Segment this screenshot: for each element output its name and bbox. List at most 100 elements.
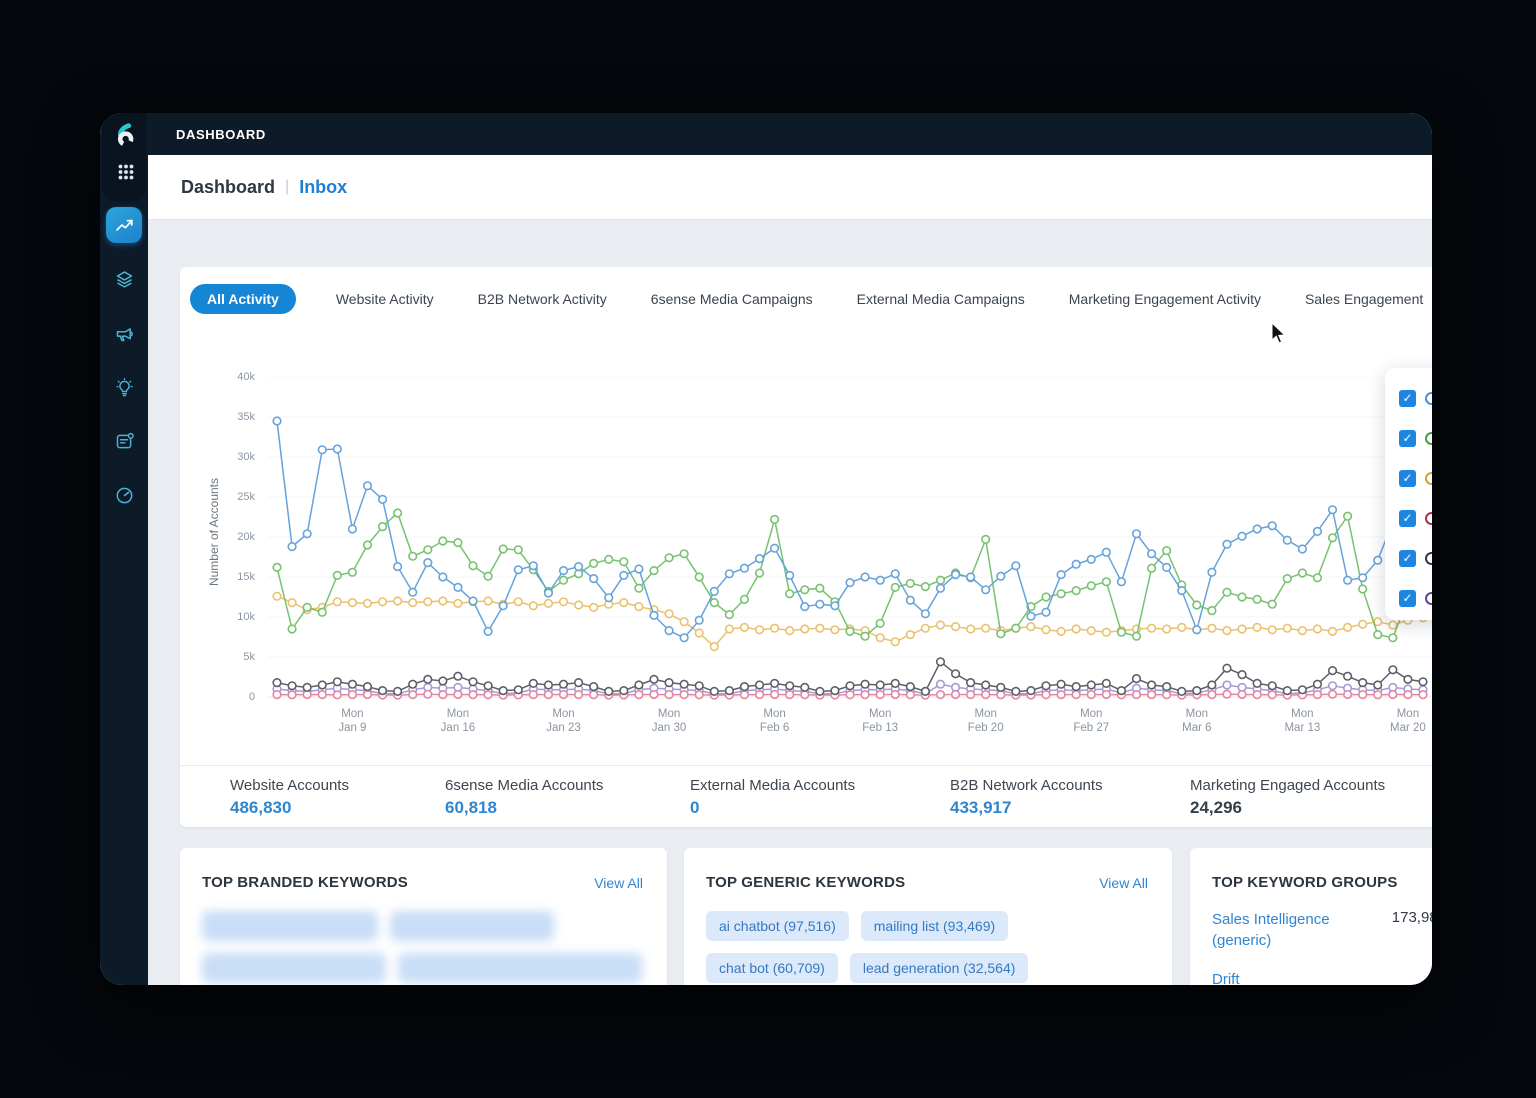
data-point-marketing-engagement [816,688,824,696]
data-point-6sense-media [982,624,990,632]
data-point-marketing-engagement [680,680,688,688]
data-point-6sense-media [560,598,568,606]
data-point-marketing-engagement [318,681,326,689]
data-point-website-activity [454,584,462,592]
sidebar-item-dashboards[interactable] [106,207,142,243]
sidebar-item-campaigns[interactable] [106,315,142,351]
sidebar-item-reports[interactable] [106,423,142,459]
data-point-6sense-media [922,624,930,632]
x-tick-jan-23: MonJan 23 [546,708,581,734]
data-point-marketing-engagement [394,688,402,696]
y-tick-30k: 30k [208,451,255,463]
keyword-group-link-sales-intelligence-generic[interactable]: Sales Intelligence (generic) [1212,909,1372,951]
redacted-keyword-chip[interactable] [202,953,386,983]
report-icon [114,431,135,452]
data-point-b2b-network-activity [771,516,779,524]
data-point-6sense-media [1103,628,1111,636]
data-point-6sense-media [590,604,598,612]
keyword-chip-lead-generation[interactable]: lead generation (32,564) [850,953,1029,983]
tab-6sense-media-campaigns[interactable]: 6sense Media Campaigns [647,284,817,314]
data-point-website-activity [364,482,372,490]
data-point-marketing-engagement [499,687,507,695]
data-point-external-media [1253,691,1261,699]
data-point-b2b-network-activity [620,558,628,566]
data-point-b2b-network-activity [1314,574,1322,582]
data-point-marketing-engagement [1283,687,1291,695]
data-point-b2b-network-activity [409,552,417,560]
redacted-keyword-chip[interactable] [202,911,378,941]
keyword-chip-chat-bot[interactable]: chat bot (60,709) [706,953,838,983]
sidebar-item-performance[interactable] [106,477,142,513]
legend-checkbox[interactable]: ✓ [1399,430,1416,447]
legend-item-2: ✓ [1399,418,1432,458]
keyword-chip-mailing-list[interactable]: mailing list (93,469) [861,911,1008,941]
stat-value[interactable]: 486,830 [230,798,349,818]
sidebar-item-segments[interactable] [106,261,142,297]
data-point-website-activity [1103,548,1111,556]
legend-checkbox[interactable]: ✓ [1399,510,1416,527]
keyword-group-link-drift[interactable]: Drift [1212,969,1240,985]
gauge-icon [114,485,135,506]
stat-value[interactable]: 60,818 [445,798,603,818]
tab-all-activity[interactable]: All Activity [190,284,296,314]
keyword-chip-ai-chatbot[interactable]: ai chatbot (97,516) [706,911,849,941]
stat-value[interactable]: 433,917 [950,798,1103,818]
tab-external-media-campaigns[interactable]: External Media Campaigns [853,284,1029,314]
data-point-6sense-media [1238,625,1246,633]
redacted-keyword-chip[interactable] [390,911,554,941]
data-point-b2b-network-activity [605,556,613,564]
tab-website-activity[interactable]: Website Activity [332,284,438,314]
stat-label: Marketing Engaged Accounts [1190,777,1385,794]
data-point-b2b-network-activity [364,541,372,549]
data-point-marketing-engagement [409,680,417,688]
data-point-website-activity [680,634,688,642]
trending-up-icon [114,215,135,236]
data-point-6sense-media [801,625,809,633]
data-point-sales-engagement [1329,682,1337,690]
tab-sales-engagement[interactable]: Sales Engagement [1301,284,1427,314]
data-point-marketing-engagement [771,680,779,688]
card-title: TOP BRANDED KEYWORDS [202,874,408,891]
tab-marketing-engagement-activity[interactable]: Marketing Engagement Activity [1065,284,1265,314]
x-tick-mar-13: MonMar 13 [1284,708,1320,734]
x-tick-jan-16: MonJan 16 [441,708,476,734]
data-point-website-activity [1208,568,1216,576]
data-point-b2b-network-activity [469,562,477,570]
accounts-line-chart[interactable]: MonJan 9MonJan 16MonJan 23MonJan 30MonFe… [267,377,1432,743]
legend-marker [1425,472,1432,485]
data-point-b2b-network-activity [846,628,854,636]
legend-checkbox[interactable]: ✓ [1399,390,1416,407]
x-tick-feb-13: MonFeb 13 [862,708,898,734]
legend-checkbox[interactable]: ✓ [1399,470,1416,487]
view-all-link[interactable]: View All [1099,875,1148,891]
legend-checkbox[interactable]: ✓ [1399,590,1416,607]
data-point-marketing-engagement [424,676,432,684]
view-all-link[interactable]: View All [594,875,643,891]
data-point-website-activity [560,567,568,575]
sidebar [100,113,148,985]
data-point-marketing-engagement [1148,681,1156,689]
data-point-website-activity [1087,556,1095,564]
app-switcher-grid-icon[interactable] [115,161,137,183]
sidebar-item-insights[interactable] [106,369,142,405]
data-point-sales-engagement [1223,681,1231,689]
stat-label: External Media Accounts [690,777,855,794]
data-point-website-activity [424,559,432,567]
data-point-website-activity [334,445,342,453]
data-point-website-activity [303,530,311,538]
data-point-external-media [846,691,854,699]
redacted-keyword-chip[interactable] [398,953,642,983]
data-point-marketing-engagement [1389,666,1397,674]
data-point-6sense-media [876,634,884,642]
data-point-marketing-engagement [303,684,311,692]
6sense-logo-icon [112,123,138,149]
data-point-external-media [1238,691,1246,699]
legend-checkbox[interactable]: ✓ [1399,550,1416,567]
breadcrumb-inbox-link[interactable]: Inbox [299,177,347,198]
data-point-website-activity [1042,608,1050,616]
data-point-b2b-network-activity [560,576,568,584]
megaphone-icon [114,323,135,344]
tab-b2b-network-activity[interactable]: B2B Network Activity [474,284,611,314]
stat-value[interactable]: 0 [690,798,855,818]
data-point-external-media [786,691,794,699]
